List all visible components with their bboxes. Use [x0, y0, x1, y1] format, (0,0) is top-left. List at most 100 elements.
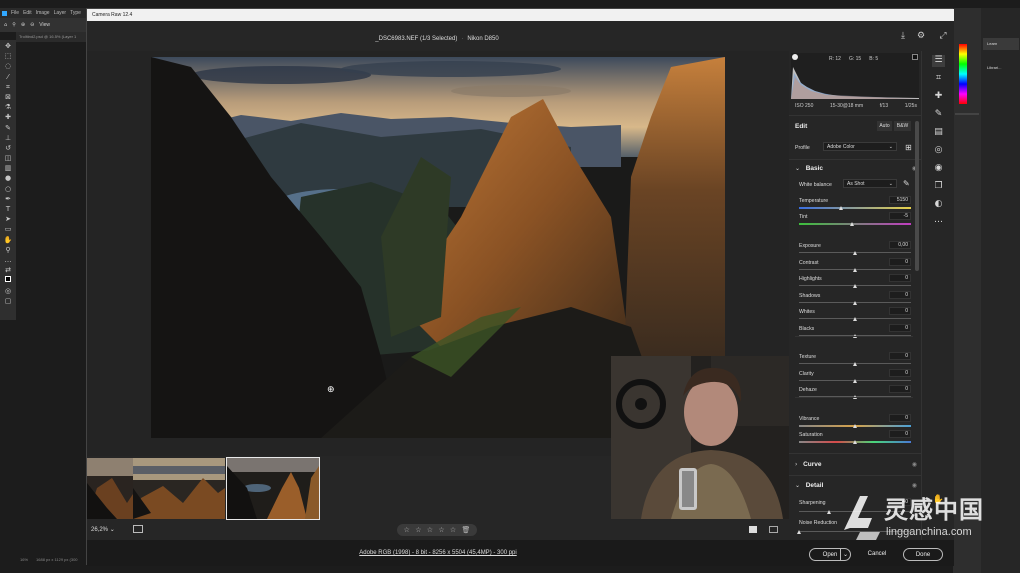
more-tools-icon[interactable]: … — [3, 256, 13, 265]
sharpening-thumb[interactable] — [827, 510, 831, 514]
cancel-button[interactable]: Cancel — [857, 548, 897, 561]
highlights-thumb[interactable] — [852, 284, 857, 288]
quick-mask-icon[interactable]: ◎ — [3, 287, 13, 296]
clarity-thumb[interactable] — [852, 378, 857, 383]
highlights-value[interactable]: 0 — [889, 274, 911, 282]
star-icon[interactable]: ☆ — [415, 526, 421, 534]
eye-icon[interactable]: ◉ — [912, 461, 917, 468]
shadows-value[interactable]: 0 — [889, 290, 911, 299]
auto-button[interactable]: Auto — [877, 121, 892, 131]
crop-tool-icon[interactable]: ⌗ — [3, 83, 13, 92]
texture-value[interactable]: 0 — [889, 352, 911, 360]
contrast-thumb[interactable] — [852, 267, 857, 272]
menu-file[interactable]: File — [11, 10, 19, 16]
zoom-out-icon[interactable]: ⊖ — [30, 22, 34, 28]
healing-brush-icon[interactable]: ✚ — [3, 113, 13, 122]
color-swatches-icon[interactable] — [3, 276, 13, 285]
temperature-thumb[interactable] — [839, 206, 844, 210]
done-button[interactable]: Done — [903, 548, 943, 561]
brush-tool-icon[interactable]: ✎ — [3, 124, 13, 133]
move-tool-icon[interactable]: ✥ — [3, 42, 13, 51]
quick-select-icon[interactable]: ⁄ — [3, 73, 13, 82]
star-icon[interactable]: ☆ — [404, 526, 410, 534]
highlight-clip-warning-icon[interactable] — [912, 54, 918, 60]
zoom-level-select[interactable]: 26,2% ⌄ — [91, 526, 115, 533]
whites-thumb[interactable] — [852, 317, 857, 321]
snapshots-icon[interactable]: ❐ — [932, 181, 945, 193]
shadows-thumb[interactable] — [852, 300, 857, 305]
ps-document-tab[interactable]: Trolltind2.psd @ 16.5% (Layer 1 — [16, 32, 88, 42]
filmstrip-thumbnail[interactable] — [133, 458, 225, 519]
graduated-filter-icon[interactable]: ▤ — [932, 127, 945, 139]
adjustment-brush-icon[interactable]: ✎ — [932, 109, 945, 121]
trash-icon[interactable]: 🗑 — [461, 526, 470, 534]
exposure-thumb[interactable] — [852, 251, 857, 255]
libraries-panel-tab[interactable]: Librari... — [983, 62, 1019, 74]
eyedropper-icon[interactable]: ⚗ — [3, 103, 13, 112]
panel-scrollbar[interactable] — [915, 121, 919, 271]
swap-colors-icon[interactable]: ⇄ — [3, 266, 13, 275]
filmstrip-toggle-icon[interactable] — [133, 525, 143, 533]
zoom-in-icon[interactable]: ⊕ — [21, 22, 25, 28]
spot-removal-icon[interactable]: ✚ — [932, 91, 945, 103]
star-icon[interactable]: ☆ — [427, 526, 433, 534]
white-balance-select[interactable]: As Shot ⌄ — [843, 179, 897, 188]
profile-browser-icon[interactable]: ⊞ — [905, 143, 912, 152]
color-ramp[interactable] — [959, 44, 967, 104]
gradient-icon[interactable]: ▥ — [3, 164, 13, 173]
vibrance-value[interactable]: 0 — [889, 414, 911, 422]
exposure-value[interactable]: 0,00 — [889, 241, 911, 249]
dodge-icon[interactable]: ○ — [3, 185, 13, 194]
menu-layer[interactable]: Layer — [54, 10, 67, 16]
tint-thumb[interactable] — [850, 222, 855, 226]
zoom-tool-icon-2[interactable]: ⚲ — [3, 246, 13, 255]
workflow-options-link[interactable]: Adobe RGB (1998) - 8 bit - 8256 x 5504 (… — [87, 550, 789, 556]
star-icon[interactable]: ☆ — [438, 526, 444, 534]
menu-edit[interactable]: Edit — [23, 10, 32, 16]
bw-button[interactable]: B&W — [894, 121, 911, 131]
temperature-value[interactable]: 5150 — [889, 196, 911, 204]
learn-panel-tab[interactable]: Learn — [983, 38, 1019, 50]
saturation-value[interactable]: 0 — [889, 430, 911, 438]
curve-section-header[interactable]: › Curve ◉ — [795, 461, 917, 471]
tint-value[interactable]: -5 — [889, 212, 911, 220]
save-icon[interactable]: ⤓ — [897, 30, 909, 42]
before-after-icon[interactable] — [769, 526, 778, 533]
filmstrip-thumbnail-selected[interactable] — [226, 457, 320, 520]
temperature-track[interactable] — [799, 207, 911, 209]
path-select-icon[interactable]: ➤ — [3, 215, 13, 224]
blacks-value[interactable]: 0 — [889, 323, 911, 332]
saturation-thumb[interactable] — [852, 440, 857, 444]
type-tool-icon[interactable]: T — [3, 205, 13, 214]
tint-track[interactable] — [799, 223, 911, 225]
frame-tool-icon[interactable]: ⊠ — [3, 93, 13, 102]
basic-section-header[interactable]: ⌄ Basic ◉ — [795, 165, 917, 175]
shadow-clip-warning-icon[interactable] — [792, 54, 798, 60]
lasso-tool-icon[interactable]: ◌ — [3, 62, 13, 71]
wb-eyedropper-icon[interactable]: ✎ — [903, 179, 910, 188]
whites-value[interactable]: 0 — [889, 307, 911, 315]
home-icon[interactable]: ⌂ — [4, 22, 7, 28]
stamp-tool-icon[interactable]: ⊥ — [3, 134, 13, 143]
eraser-icon[interactable]: ◫ — [3, 154, 13, 163]
edit-sliders-icon[interactable]: ☰ — [932, 55, 945, 67]
crop-icon[interactable]: ⌗ — [932, 73, 945, 85]
zoom-tool-icon[interactable]: ⚲ — [12, 22, 16, 28]
menu-image[interactable]: Image — [36, 10, 50, 16]
hand-tool-icon[interactable]: ✋ — [3, 236, 13, 245]
menu-type[interactable]: Type — [70, 10, 81, 16]
single-view-icon[interactable] — [749, 526, 757, 533]
noise-reduction-thumb[interactable] — [797, 530, 801, 534]
profile-select[interactable]: Adobe Color ⌄ — [823, 142, 897, 151]
open-button[interactable]: Open ⌄ — [809, 548, 851, 561]
dehaze-value[interactable]: 0 — [889, 385, 911, 393]
blur-icon[interactable]: ● — [3, 174, 13, 183]
contrast-value[interactable]: 0 — [889, 257, 911, 266]
history-brush-icon[interactable]: ↺ — [3, 144, 13, 153]
radial-filter-icon[interactable]: ◎ — [932, 145, 945, 157]
marquee-tool-icon[interactable]: ⬚ — [3, 52, 13, 61]
settings-icon[interactable]: ⚙ — [915, 30, 927, 42]
clarity-value[interactable]: 0 — [889, 368, 911, 377]
presets-icon[interactable]: ◐ — [932, 199, 945, 211]
star-rating[interactable]: ☆ ☆ ☆ ☆ ☆ 🗑 — [397, 524, 477, 536]
